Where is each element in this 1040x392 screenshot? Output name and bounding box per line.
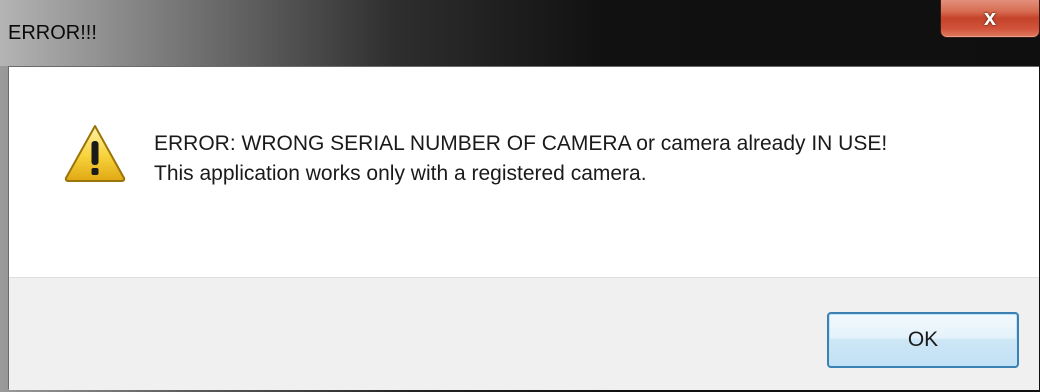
error-message: ERROR: WRONG SERIAL NUMBER OF CAMERA or …	[154, 129, 994, 189]
dialog-body: ERROR: WRONG SERIAL NUMBER OF CAMERA or …	[8, 66, 1039, 390]
error-message-line-2: This application works only with a regis…	[154, 162, 647, 185]
window-title: ERROR!!!	[8, 22, 97, 44]
error-message-line-1: ERROR: WRONG SERIAL NUMBER OF CAMERA or …	[154, 132, 888, 155]
warning-icon	[64, 125, 126, 182]
title-bar[interactable]: ERROR!!! x	[0, 0, 1040, 66]
ok-button[interactable]: OK	[827, 312, 1019, 368]
message-area: ERROR: WRONG SERIAL NUMBER OF CAMERA or …	[9, 67, 1039, 277]
error-dialog-window: ERROR!!! x ERROR: WRONG SERIAL NUMBER OF…	[0, 0, 1040, 392]
close-button[interactable]: x	[940, 0, 1040, 38]
button-area: OK	[9, 277, 1039, 390]
close-icon: x	[983, 5, 997, 30]
